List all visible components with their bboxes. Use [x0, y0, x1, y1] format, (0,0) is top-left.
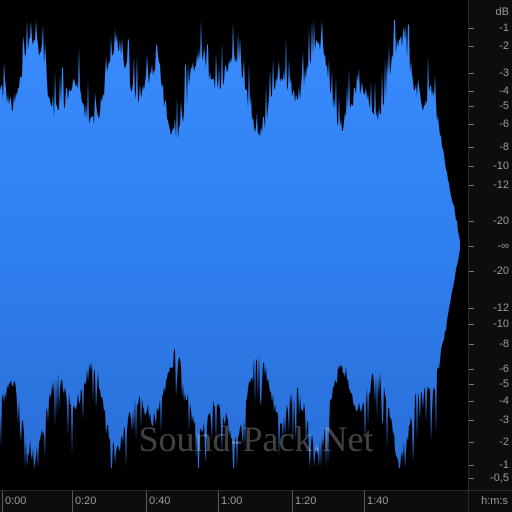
db-tick [469, 46, 474, 47]
db-tick [469, 442, 474, 443]
time-unit-corner: h:m:s [468, 490, 512, 512]
db-tick [469, 28, 474, 29]
db-tick [469, 221, 474, 222]
time-label: 1:20 [295, 495, 317, 507]
db-label: -8 [499, 338, 509, 350]
time-tick [218, 491, 219, 512]
db-tick [469, 185, 474, 186]
db-tick [469, 324, 474, 325]
time-tick [146, 491, 147, 512]
db-label: -20 [493, 265, 509, 277]
db-tick [469, 308, 474, 309]
waveform-envelope [0, 20, 460, 468]
db-unit-label: dB [495, 6, 509, 18]
db-tick [469, 420, 474, 421]
time-label: 0:40 [149, 495, 171, 507]
time-tick [292, 491, 293, 512]
db-label: -12 [493, 179, 509, 191]
time-label: 1:40 [367, 495, 389, 507]
db-label: -0,5 [490, 472, 509, 484]
db-label: -∞ [497, 240, 509, 252]
db-tick [469, 271, 474, 272]
db-tick [469, 369, 474, 370]
time-tick [72, 491, 73, 512]
db-label: -20 [493, 215, 509, 227]
db-label: -1 [499, 22, 509, 34]
db-tick [469, 147, 474, 148]
db-tick [469, 465, 474, 466]
db-label: -8 [499, 141, 509, 153]
db-label: -2 [499, 436, 509, 448]
db-tick [469, 124, 474, 125]
db-label: -6 [499, 118, 509, 130]
time-tick [2, 491, 3, 512]
db-label: -4 [499, 85, 509, 97]
time-label: 1:00 [221, 495, 243, 507]
db-tick [469, 166, 474, 167]
db-label: -1 [499, 459, 509, 471]
db-label: -5 [499, 378, 509, 390]
db-label: -10 [493, 318, 509, 330]
db-label: -5 [499, 100, 509, 112]
db-tick [469, 246, 474, 247]
db-scale-ruler: dB -1 -2 -3 -4 -5 -6 -8 -10 -12 -20 -∞ -20 -12 -10 -8 -… [468, 0, 512, 490]
db-tick [469, 478, 474, 479]
db-tick [469, 91, 474, 92]
waveform-display[interactable] [0, 0, 468, 490]
time-label: 0:20 [75, 495, 97, 507]
db-label: -3 [499, 67, 509, 79]
db-tick [469, 106, 474, 107]
waveform-graphic [0, 20, 460, 468]
db-label: -12 [493, 302, 509, 314]
db-label: -6 [499, 363, 509, 375]
db-label: -3 [499, 414, 509, 426]
time-ruler: 0:00 0:20 0:40 1:00 1:20 1:40 [0, 490, 468, 512]
time-label: 0:00 [5, 495, 27, 507]
db-tick [469, 401, 474, 402]
db-tick [469, 384, 474, 385]
db-label: -10 [493, 160, 509, 172]
db-label: -2 [499, 40, 509, 52]
db-label: -4 [499, 395, 509, 407]
db-tick [469, 344, 474, 345]
time-unit-label: h:m:s [481, 495, 508, 507]
time-tick [364, 491, 365, 512]
db-tick [469, 73, 474, 74]
